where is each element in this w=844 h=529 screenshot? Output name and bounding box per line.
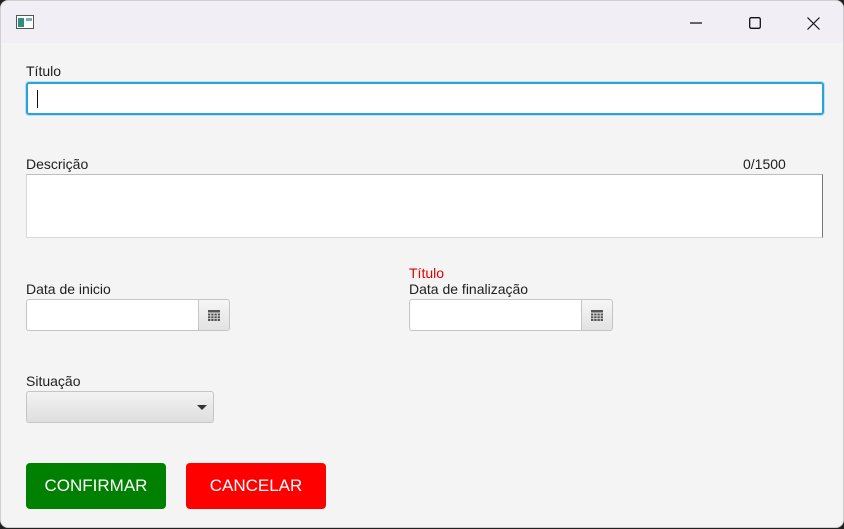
maximize-button[interactable] (732, 7, 778, 39)
calendar-icon (208, 309, 220, 321)
descricao-char-counter: 0/1500 (743, 156, 786, 172)
close-icon (806, 16, 820, 30)
descricao-textarea[interactable] (26, 174, 823, 238)
situacao-combobox[interactable] (26, 391, 214, 423)
app-icon (16, 15, 34, 29)
title-bar[interactable] (1, 1, 843, 43)
minimize-button[interactable] (673, 7, 719, 39)
data-finalizacao-input[interactable] (409, 299, 581, 331)
cancel-button[interactable]: CANCELAR (186, 463, 326, 509)
data-inicio-label: Data de inicio (26, 281, 111, 297)
data-inicio-input[interactable] (26, 299, 198, 331)
titulo-input[interactable] (26, 82, 824, 115)
close-button[interactable] (790, 7, 836, 39)
data-finalizacao-label: Data de finalização (409, 281, 529, 297)
data-inicio-calendar-button[interactable] (198, 299, 230, 331)
data-inicio-picker (26, 299, 230, 331)
text-caret (37, 90, 38, 108)
data-finalizacao-calendar-button[interactable] (581, 299, 613, 331)
data-finalizacao-picker (409, 299, 613, 331)
descricao-label: Descrição (26, 156, 89, 172)
minimize-icon (690, 22, 702, 24)
maximize-icon (749, 17, 761, 29)
titulo-label: Título (26, 63, 62, 79)
situacao-label: Situação (26, 373, 81, 389)
dropdown-arrow-icon (197, 405, 207, 410)
form-content: Título Descrição 0/1500 Data de inicio T… (1, 43, 843, 527)
data-finalizacao-error: Título (409, 265, 445, 281)
confirm-button[interactable]: CONFIRMAR (26, 463, 166, 509)
dialog-window: Título Descrição 0/1500 Data de inicio T… (0, 0, 844, 528)
calendar-icon (591, 309, 603, 321)
